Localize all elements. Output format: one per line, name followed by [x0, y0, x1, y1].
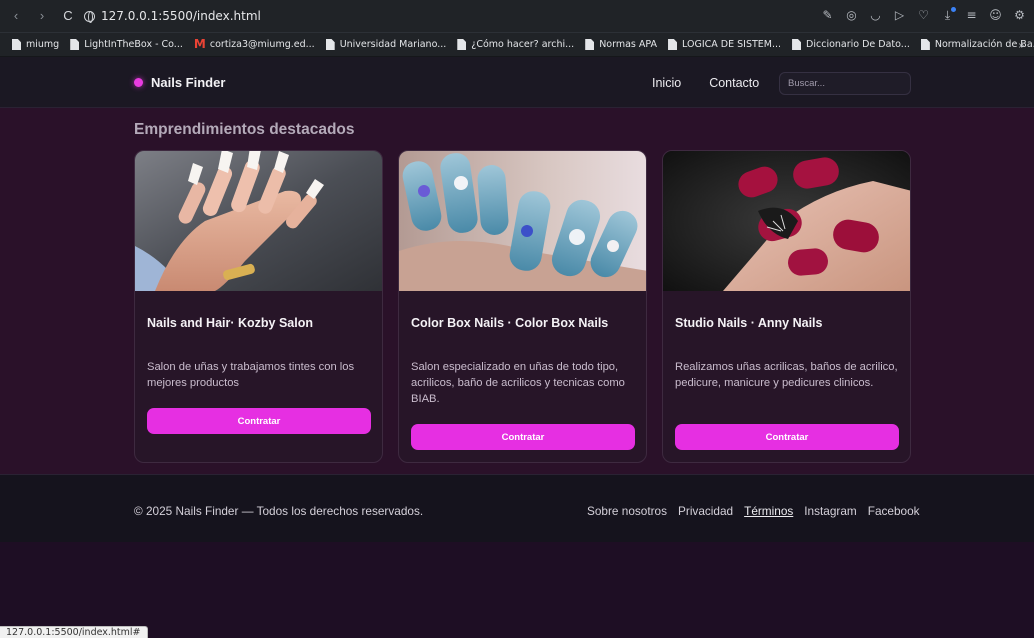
extension-icons: ✎ ◎ ◡ ▷ ♡ ⤓ ≡ ☺ ⚙ [821, 7, 1026, 23]
download-icon[interactable]: ⤓ [941, 7, 956, 23]
edit-icon[interactable]: ✎ [821, 8, 834, 23]
heart-icon[interactable]: ♡ [917, 8, 930, 23]
card-description: Salon de uñas y trabajamos tintes con lo… [147, 361, 355, 389]
document-icon [457, 39, 467, 50]
page-background [0, 542, 1034, 638]
contratar-button[interactable]: Contratar [675, 424, 899, 450]
card-image [663, 151, 910, 291]
bookmark-item[interactable]: Diccionario De Dato... [792, 39, 910, 50]
more-bookmarks-icon[interactable]: » [1018, 40, 1024, 51]
status-bar-url: 127.0.0.1:5500/index.html# [0, 626, 148, 638]
card-description: Salon especializado en uñas de todo tipo… [411, 361, 625, 405]
shield-icon[interactable]: ◡ [869, 8, 882, 23]
globe-icon [84, 10, 95, 23]
gmail-icon [194, 37, 206, 51]
bookmark-item[interactable]: ¿Cómo hacer? archi... [457, 39, 574, 50]
main-nav: Inicio Contacto [652, 76, 759, 90]
card-description: Realizamos uñas acrilicas, baños de acri… [675, 361, 898, 389]
url-text[interactable]: 127.0.0.1:5500/index.html [101, 9, 261, 23]
menu-icon[interactable]: ≡ [965, 8, 978, 23]
search-input[interactable] [779, 72, 911, 95]
browser-nav: ‹ › C [10, 9, 74, 23]
brand-dot-icon [134, 78, 143, 87]
footer-link-instagram[interactable]: Instagram [804, 504, 856, 518]
bookmark-item[interactable]: LightInTheBox - Co... [70, 39, 183, 50]
document-icon [920, 39, 930, 50]
bookmark-item[interactable]: Universidad Mariano... [325, 39, 447, 50]
bookmark-item[interactable]: Normas APA [585, 39, 657, 50]
play-icon[interactable]: ▷ [893, 8, 906, 23]
bookmark-label: miumg [26, 39, 60, 50]
bookmark-item[interactable]: cortiza3@miumg.ed... [194, 37, 315, 51]
document-icon [70, 39, 80, 50]
bookmark-label: Universidad Mariano... [339, 39, 447, 50]
document-icon [585, 39, 595, 50]
settings-icon[interactable]: ⚙ [1013, 8, 1026, 23]
document-icon [792, 39, 802, 50]
bookmark-item[interactable]: Normalización de Ba... [920, 39, 1034, 50]
camera-icon[interactable]: ◎ [845, 8, 858, 23]
card-title: Nails and Hair· Kozby Salon [147, 316, 314, 330]
card-title: Color Box Nails · Color Box Nails [411, 316, 609, 330]
salon-card: Nails and Hair· Kozby Salon Salon de uña… [134, 150, 383, 463]
bookmark-label: cortiza3@miumg.ed... [209, 39, 315, 50]
reload-icon[interactable]: C [62, 9, 74, 23]
forward-icon[interactable]: › [36, 9, 48, 23]
contratar-button[interactable]: Contratar [147, 408, 371, 434]
document-icon [12, 39, 21, 50]
back-icon[interactable]: ‹ [10, 9, 22, 23]
bookmark-label: Normas APA [599, 39, 658, 50]
nav-link-contacto[interactable]: Contacto [709, 76, 759, 90]
address-bar[interactable]: 127.0.0.1:5500/index.html [84, 9, 261, 23]
copyright: © 2025 Nails Finder — Todos los derechos… [134, 504, 424, 518]
footer-link-privacidad[interactable]: Privacidad [678, 504, 733, 518]
footer-link-terminos[interactable]: Términos [744, 504, 793, 518]
site-header: Nails Finder Inicio Contacto [0, 57, 1034, 108]
footer-links: Sobre nosotros Privacidad Términos Insta… [587, 504, 920, 518]
footer: © 2025 Nails Finder — Todos los derechos… [0, 474, 1034, 542]
document-icon [668, 39, 678, 50]
bookmark-label: ¿Cómo hacer? archi... [471, 39, 575, 50]
section-title: Emprendimientos destacados [134, 121, 355, 138]
bookmarks-bar: miumg LightInTheBox - Co... cortiza3@miumg… [0, 33, 1034, 57]
contratar-button[interactable]: Contratar [411, 424, 635, 450]
bookmark-label: LightInTheBox - Co... [84, 39, 183, 50]
profile-icon[interactable]: ☺ [989, 8, 1002, 23]
footer-link-sobre-nosotros[interactable]: Sobre nosotros [587, 504, 667, 518]
brand-name[interactable]: Nails Finder [151, 75, 225, 90]
bookmark-item[interactable]: miumg [12, 39, 59, 50]
salon-card: Color Box Nails · Color Box Nails Salon … [398, 150, 647, 463]
card-image [399, 151, 646, 291]
bookmark-item[interactable]: LOGICA DE SISTEM... [668, 39, 781, 50]
nav-link-inicio[interactable]: Inicio [652, 76, 681, 90]
bookmark-label: LOGICA DE SISTEM... [682, 39, 782, 50]
card-image [135, 151, 382, 291]
document-icon [325, 39, 335, 50]
card-title: Studio Nails · Anny Nails [675, 316, 823, 330]
bookmark-label: Diccionario De Dato... [806, 39, 910, 50]
browser-toolbar: ‹ › C 127.0.0.1:5500/index.html ✎ ◎ ◡ ▷ … [0, 0, 1034, 33]
brand[interactable]: Nails Finder [134, 75, 225, 90]
footer-link-facebook[interactable]: Facebook [868, 504, 920, 518]
salon-card: Studio Nails · Anny Nails Realizamos uña… [662, 150, 911, 463]
